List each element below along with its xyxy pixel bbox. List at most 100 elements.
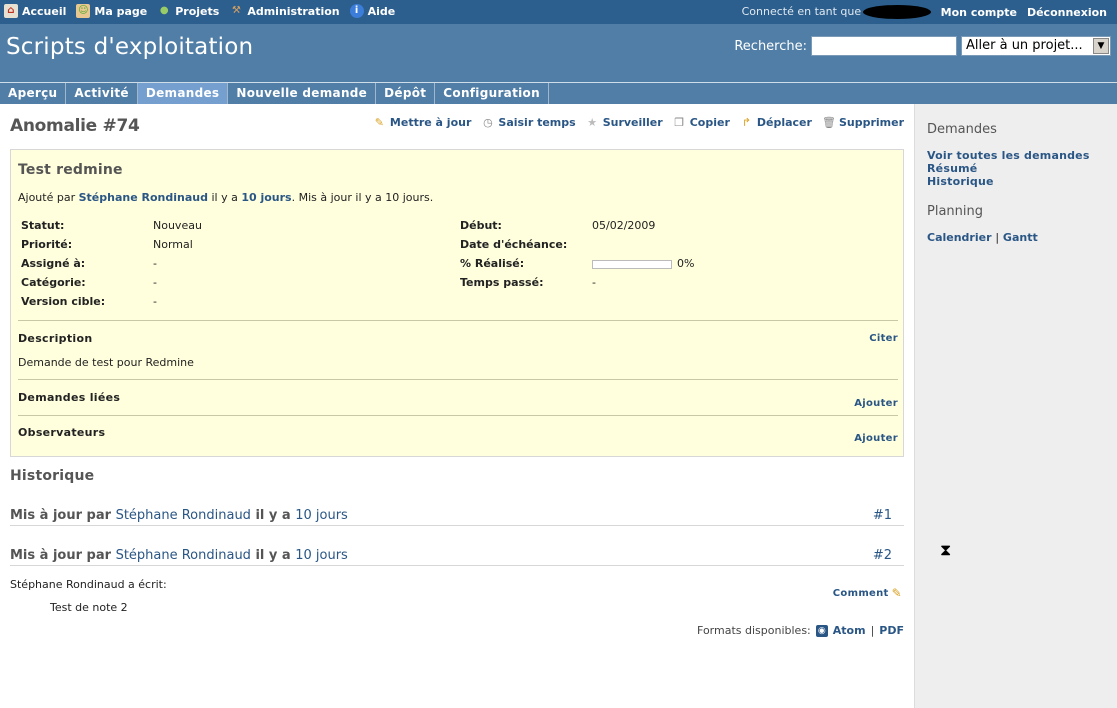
tab-activity[interactable]: Activité: [66, 83, 138, 104]
sidebar-item-gantt[interactable]: Gantt: [1003, 231, 1038, 244]
attr-value: 05/02/2009: [592, 219, 656, 232]
top-menu-help[interactable]: i Aide: [349, 4, 396, 18]
attr-key: Date d'échéance:: [460, 238, 568, 251]
add-watcher-link[interactable]: Ajouter: [854, 433, 898, 444]
logged-as-text: Connecté en tant que: [742, 5, 931, 19]
redacted-username: [862, 5, 931, 19]
log-time-button[interactable]: ◷ Saisir temps: [481, 116, 576, 129]
search-label: Recherche:: [734, 38, 807, 54]
journal-header: Mis à jour par Stéphane Rondinaud il y a…: [10, 508, 348, 523]
sidebar-item-calendar[interactable]: Calendrier: [927, 231, 992, 244]
action-label: Copier: [689, 116, 730, 129]
attr-priority: Priorité: Normal: [21, 238, 451, 257]
top-menu-home[interactable]: ⌂ Accueil: [4, 4, 66, 18]
trash-icon: 🗑: [821, 116, 836, 129]
update-button[interactable]: ✎ Mettre à jour: [373, 116, 472, 129]
author-link[interactable]: Stéphane Rondinaud: [79, 191, 208, 204]
sidebar-issue-links: Voir toutes les demandes Résumé Historiq…: [927, 149, 1105, 188]
top-menu-left: ⌂ Accueil ☺ Ma page ● Projets ⚒ Administ…: [4, 4, 395, 18]
sidebar-item-all-issues[interactable]: Voir toutes les demandes: [927, 149, 1105, 162]
logged-as-label: Connecté en tant que: [741, 5, 862, 18]
attr-value: Normal: [153, 238, 193, 251]
move-button[interactable]: ↱ Déplacer: [740, 116, 812, 129]
top-menu-label: Projets: [175, 4, 220, 18]
attr-key: Début:: [460, 219, 502, 232]
my-account-link[interactable]: Mon compte: [941, 6, 1017, 19]
tab-issues[interactable]: Demandes: [137, 83, 229, 104]
issue-author-line: Ajouté par Stéphane Rondinaud il y a 10 …: [18, 191, 433, 204]
attr-key: Version cible:: [21, 295, 106, 308]
user-page-icon: ☺: [76, 4, 91, 18]
action-label: Supprimer: [838, 116, 904, 129]
projects-icon: ●: [159, 5, 169, 16]
watchers-section: Observateurs Ajouter: [18, 415, 898, 455]
top-menu-administration[interactable]: ⚒ Administration: [229, 4, 340, 18]
pencil-icon: ✎: [374, 116, 385, 129]
logout-link[interactable]: Déconnexion: [1027, 6, 1107, 19]
tab-new-issue[interactable]: Nouvelle demande: [228, 83, 377, 104]
attr-value: 0%: [592, 257, 694, 270]
comment-button[interactable]: Comment ✎: [833, 586, 902, 600]
formats-label: Formats disponibles:: [697, 624, 811, 637]
pdf-link[interactable]: PDF: [879, 624, 904, 637]
history-title: Historique: [10, 468, 95, 484]
journal-author-link[interactable]: Stéphane Rondinaud: [116, 508, 251, 523]
comment-label: Comment: [832, 587, 889, 599]
quote-link[interactable]: Citer: [869, 333, 898, 344]
project-jump-select[interactable]: Aller à un projet... ▼: [961, 36, 1111, 56]
delete-button[interactable]: 🗑 Supprimer: [822, 116, 904, 129]
attr-value: -: [592, 276, 596, 289]
attr-value: Nouveau: [153, 219, 202, 232]
attr-key: % Réalisé:: [460, 257, 525, 270]
copy-button[interactable]: ❐ Copier: [673, 116, 730, 129]
tab-settings[interactable]: Configuration: [435, 83, 549, 104]
journal-number-link[interactable]: #1: [873, 508, 892, 523]
attr-assignee: Assigné à: -: [21, 257, 451, 276]
tab-overview[interactable]: Aperçu: [0, 83, 67, 104]
top-menu-my-page[interactable]: ☺ Ma page: [76, 4, 147, 18]
done-ratio-text: 0%: [677, 257, 695, 270]
relations-title: Demandes liées: [18, 391, 121, 404]
attr-target-version: Version cible: -: [21, 295, 451, 314]
note-author: Stéphane Rondinaud a écrit:: [10, 578, 167, 591]
tab-repository[interactable]: Dépôt: [376, 83, 436, 104]
relations-section: Demandes liées Ajouter: [18, 379, 898, 414]
top-menu-label: Aide: [367, 4, 396, 18]
attr-category: Catégorie: -: [21, 276, 451, 295]
attr-start-date: Début: 05/02/2009: [460, 219, 890, 238]
journal-author-link[interactable]: Stéphane Rondinaud: [116, 548, 251, 563]
attr-done-ratio: % Réalisé: 0%: [460, 257, 890, 276]
rss-feed-icon: ◉: [815, 624, 828, 637]
top-menu-label: Ma page: [94, 4, 148, 18]
search-area: Recherche: Aller à un projet... ▼: [734, 36, 1111, 56]
search-input[interactable]: [811, 36, 957, 56]
added-suffix: . Mis à jour il y a 10 jours.: [291, 191, 434, 204]
added-mid: il y a: [207, 191, 242, 204]
note-body: Test de note 2: [50, 601, 128, 614]
issue-actions: ✎ Mettre à jour ◷ Saisir temps ★ Surveil…: [373, 116, 904, 129]
pencil-icon: ✎: [891, 586, 902, 600]
watch-button[interactable]: ★ Surveiller: [586, 116, 663, 129]
clock-icon: ◷: [483, 116, 493, 129]
attr-key: Priorité:: [21, 238, 73, 251]
journal-number-link[interactable]: #2: [873, 548, 892, 563]
attr-due-date: Date d'échéance:: [460, 238, 890, 257]
action-label: Surveiller: [602, 116, 663, 129]
top-menu-label: Administration: [247, 4, 340, 18]
issue-subject: Test redmine: [18, 162, 123, 178]
age-link[interactable]: 10 jours: [241, 191, 291, 204]
watchers-title: Observateurs: [18, 426, 106, 439]
attr-status: Statut: Nouveau: [21, 219, 451, 238]
journal-prefix: Mis à jour par: [10, 508, 116, 523]
sidebar-planning-links: Calendrier | Gantt: [927, 231, 1105, 244]
description-text: Demande de test pour Redmine: [18, 356, 194, 369]
top-menu-projects[interactable]: ● Projets: [157, 4, 219, 18]
description-section: Description Citer Demande de test pour R…: [18, 320, 898, 378]
sidebar: Demandes Voir toutes les demandes Résumé…: [914, 104, 1117, 708]
atom-link[interactable]: Atom: [833, 624, 866, 637]
sidebar-item-summary[interactable]: Résumé: [927, 162, 1105, 175]
sidebar-item-history[interactable]: Historique: [927, 175, 1105, 188]
journal-age-link[interactable]: 10 jours: [295, 508, 348, 523]
journal-age-link[interactable]: 10 jours: [295, 548, 348, 563]
add-relation-link[interactable]: Ajouter: [854, 398, 898, 409]
